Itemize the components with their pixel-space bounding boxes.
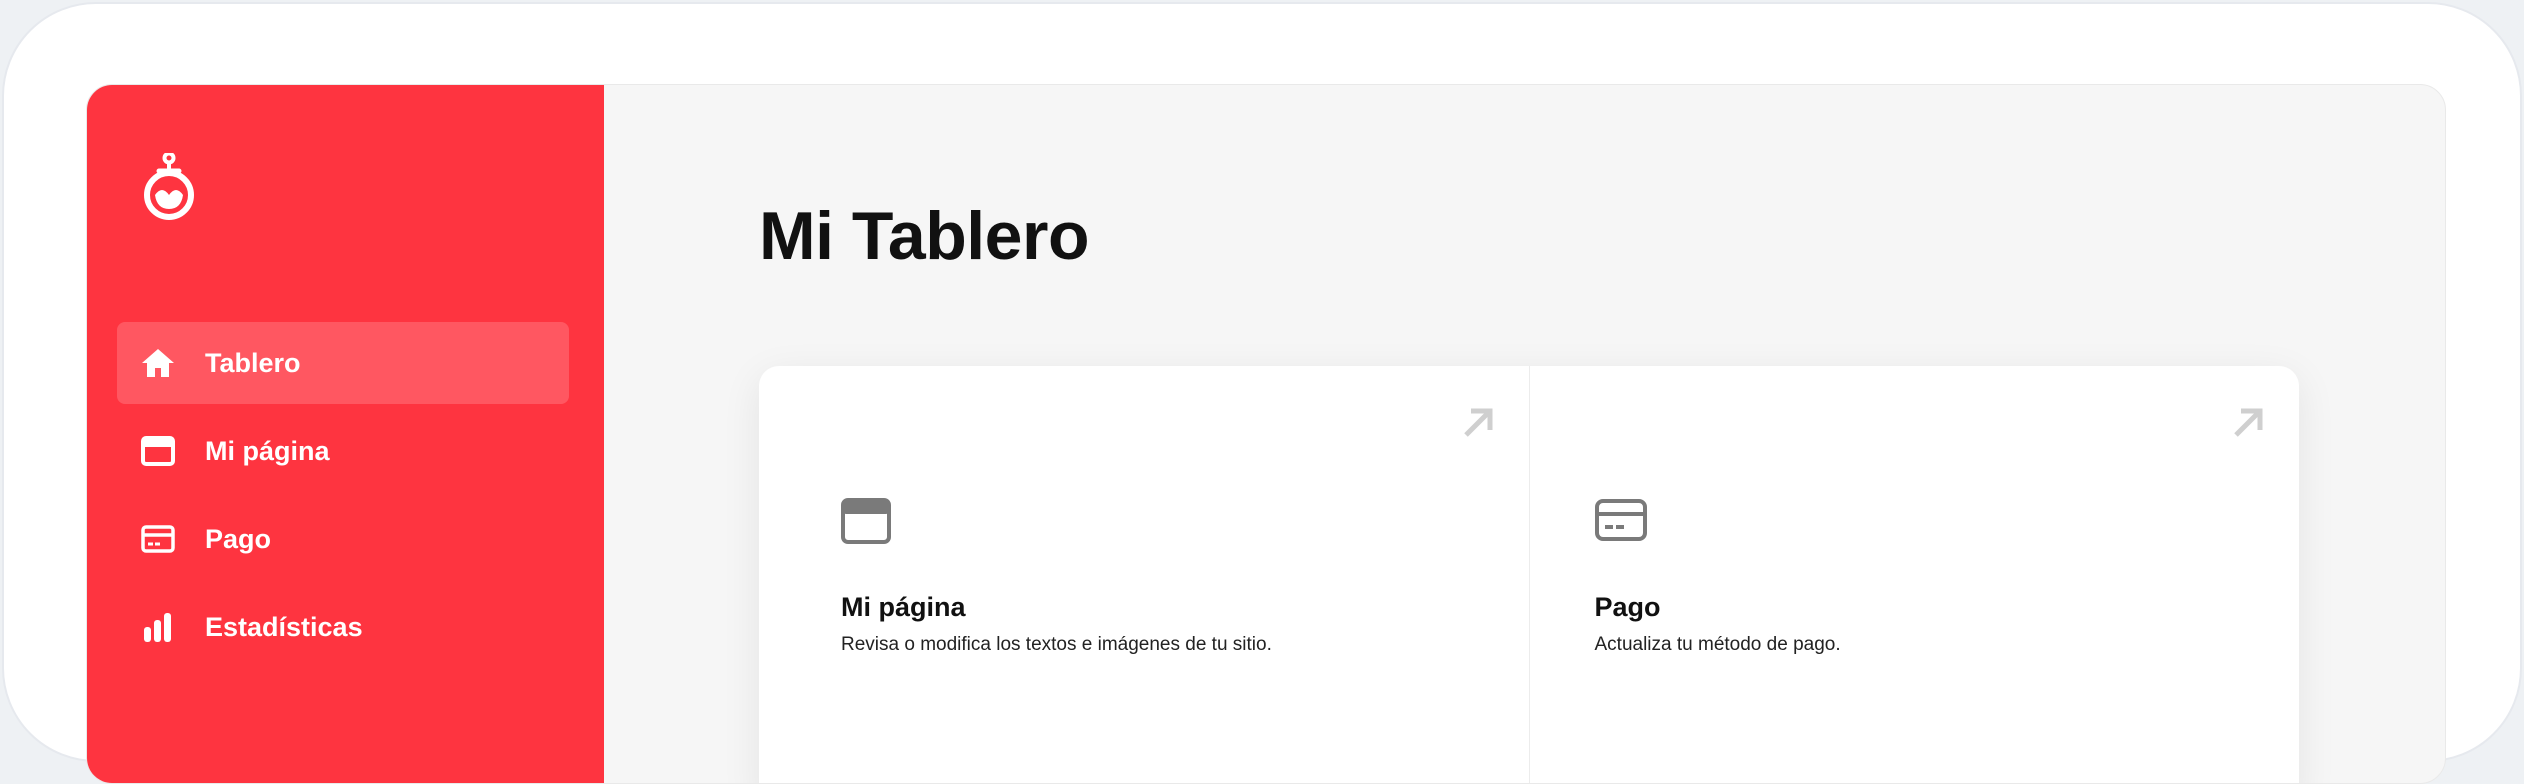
sidebar-nav: Tablero Mi página Pago Estadísticas — [117, 322, 569, 674]
home-icon — [139, 344, 177, 382]
page-title: Mi Tablero — [759, 198, 1090, 274]
robot-logo-icon[interactable] — [137, 151, 201, 221]
sidebar: Tablero Mi página Pago Estadísticas — [87, 85, 604, 783]
arrow-up-right-icon — [1461, 406, 1495, 440]
cards-panel: Mi página Revisa o modifica los textos e… — [759, 366, 2300, 783]
card-description: Revisa o modifica los textos e imágenes … — [841, 634, 1272, 655]
sidebar-item-label: Estadísticas — [205, 611, 363, 642]
credit-card-icon — [1594, 498, 1647, 544]
card-mi-pagina[interactable]: Mi página Revisa o modifica los textos e… — [759, 366, 1529, 783]
main-content: Mi Tablero Mi página Revisa o modifica l… — [604, 85, 2445, 783]
card-description: Actualiza tu método de pago. — [1594, 634, 1841, 655]
credit-card-icon — [139, 520, 177, 558]
card-pago[interactable]: Pago Actualiza tu método de pago. — [1528, 366, 2300, 783]
card-title: Pago — [1594, 592, 1661, 622]
sidebar-item-label: Tablero — [205, 347, 301, 378]
sidebar-item-mi-pagina[interactable]: Mi página — [117, 410, 569, 492]
sidebar-item-label: Mi página — [205, 435, 330, 466]
sidebar-item-label: Pago — [205, 523, 272, 554]
sidebar-item-pago[interactable]: Pago — [117, 498, 569, 580]
app-window: Tablero Mi página Pago Estadísticas Mi T… — [86, 84, 2446, 784]
sidebar-item-estadisticas[interactable]: Estadísticas — [117, 586, 569, 668]
device-frame: Tablero Mi página Pago Estadísticas Mi T… — [2, 2, 2522, 784]
page-icon — [841, 498, 891, 544]
card-title: Mi página — [841, 592, 966, 622]
bar-chart-icon — [139, 608, 177, 646]
arrow-up-right-icon — [2231, 406, 2265, 440]
page-icon — [139, 432, 177, 470]
sidebar-item-tablero[interactable]: Tablero — [117, 322, 569, 404]
